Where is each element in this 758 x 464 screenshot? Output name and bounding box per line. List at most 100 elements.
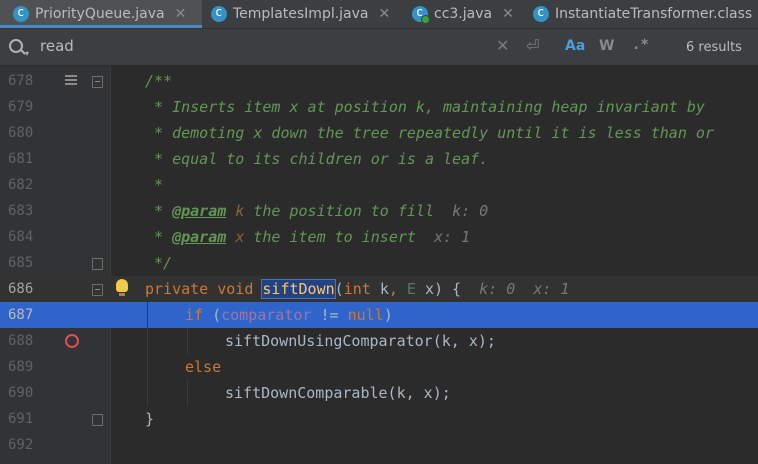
javadoc-tag: @param [172, 228, 227, 246]
java-class-icon [211, 5, 227, 22]
code-line[interactable]: 681 * equal to its children or is a leaf… [0, 146, 758, 172]
tab-cc3-java[interactable]: cc3.java ✕ [402, 0, 524, 28]
fold-marker-icon[interactable] [92, 76, 103, 88]
javadoc-tag: @param [172, 202, 227, 220]
tab-instantiatetransformer-class[interactable]: InstantiateTransformer.class [525, 0, 758, 28]
keyword: if [185, 306, 204, 324]
fold-marker-icon[interactable] [92, 284, 103, 296]
search-result-count: 6 results [686, 40, 742, 55]
javadoc-text: the item to insert [244, 228, 416, 246]
line-number: 682 [8, 177, 34, 193]
keyword: void [217, 280, 254, 298]
code-line[interactable]: 688 siftDownUsingComparator(k, x); [0, 328, 758, 354]
intention-bulb-icon[interactable] [116, 279, 128, 296]
keyword: private [145, 280, 209, 298]
line-number: 688 [8, 333, 34, 349]
code-text: /** [145, 72, 173, 90]
render-doc-icon[interactable] [65, 75, 77, 85]
tab-priorityqueue-java[interactable]: PriorityQueue.java ✕ [0, 0, 202, 28]
fold-end-marker-icon[interactable] [92, 414, 103, 426]
code-text: */ [145, 254, 173, 272]
line-number: 678 [8, 73, 34, 89]
code-line[interactable]: 680 * demoting x down the tree repeatedl… [0, 120, 758, 146]
tab-templatesimpl-java[interactable]: TemplatesImpl.java ✕ [203, 0, 401, 28]
line-number: 689 [8, 359, 34, 375]
new-line-icon[interactable]: ⏎ [526, 36, 539, 55]
search-match-highlight: siftDown [261, 279, 336, 299]
code-text: * demoting x down the tree repeatedly un… [145, 124, 714, 142]
parameter: k [379, 280, 389, 298]
line-number: 691 [8, 411, 34, 427]
java-class-icon [533, 5, 549, 22]
close-tab-icon[interactable]: ✕ [379, 6, 391, 22]
code-text: siftDownUsingComparator(k, x); [225, 332, 496, 350]
line-number: 690 [8, 385, 34, 401]
code-text: * [145, 176, 164, 194]
indent-guide [147, 302, 148, 406]
code-text: * Inserts item x at position k, maintain… [145, 98, 705, 116]
line-number: 680 [8, 125, 34, 141]
indent-guide [187, 380, 188, 406]
code-line[interactable]: 689 else [0, 354, 758, 380]
search-input[interactable]: read [40, 37, 74, 55]
code-line[interactable]: 692 [0, 432, 758, 458]
search-history-dropdown-icon[interactable]: ▾ [25, 49, 29, 58]
code-text: private void siftDown(int k, E x) { k: 0… [145, 279, 570, 299]
line-number: 681 [8, 151, 34, 167]
code-line[interactable]: 684 * @param x the item to insert x: 1 [0, 224, 758, 250]
code-line[interactable]: 682 * [0, 172, 758, 198]
regex-toggle[interactable]: .* [632, 37, 649, 53]
javadoc-param-name: k [235, 202, 245, 220]
line-number: 692 [8, 437, 34, 453]
fold-end-marker-icon[interactable] [92, 258, 103, 270]
code-text: * @param x the item to insert x: 1 [145, 228, 471, 246]
find-bar: ▾ read ✕ ⏎ Aa W .* 6 results [0, 29, 758, 66]
inlay-hint: k: 0 [479, 280, 516, 298]
line-number: 687 [8, 307, 34, 323]
indent-guide [187, 328, 188, 354]
javadoc-param-name: x [235, 228, 245, 246]
code-line[interactable]: 679 * Inserts item x at position k, main… [0, 94, 758, 120]
code-line[interactable]: 678 /** [0, 68, 758, 94]
close-tab-icon[interactable]: ✕ [502, 6, 514, 22]
keyword: int [343, 280, 371, 298]
inlay-hint: x: 1 [533, 280, 570, 298]
code-line[interactable]: 685 */ [0, 250, 758, 276]
code-text: * @param k the position to fill k: 0 [145, 202, 489, 220]
keyword: null [347, 306, 384, 324]
java-class-icon [13, 5, 29, 22]
code-line[interactable]: 690 siftDownComparable(k, x); [0, 380, 758, 406]
clear-search-icon[interactable]: ✕ [496, 36, 509, 55]
operator: != [320, 306, 339, 324]
parameter: x [424, 280, 434, 298]
code-editor[interactable]: 678 /** 679 * Inserts item x at position… [0, 66, 758, 464]
tab-label: cc3.java [434, 6, 493, 22]
close-tab-icon[interactable]: ✕ [175, 6, 187, 22]
editor-tab-bar: PriorityQueue.java ✕ TemplatesImpl.java … [0, 0, 758, 29]
line-number: 683 [8, 203, 34, 219]
code-line[interactable]: 683 * @param k the position to fill k: 0 [0, 198, 758, 224]
words-toggle[interactable]: W [599, 38, 614, 54]
field-reference: comparator [221, 306, 312, 324]
tab-label: PriorityQueue.java [35, 6, 165, 22]
code-line-execution-point[interactable]: 687 if (comparator != null) [0, 302, 758, 328]
tab-label: InstantiateTransformer.class [555, 6, 753, 22]
line-number: 684 [8, 229, 34, 245]
code-line[interactable]: 691 } [0, 406, 758, 432]
code-text: } [145, 410, 155, 428]
type-parameter: E [406, 280, 416, 298]
inlay-hint: x: 1 [434, 228, 471, 246]
match-case-toggle[interactable]: Aa [565, 38, 585, 54]
line-number: 686 [8, 281, 34, 297]
code-text: * equal to its children or is a leaf. [145, 150, 489, 168]
code-text: siftDownComparable(k, x); [225, 384, 451, 402]
code-text: else [185, 358, 222, 376]
search-icon[interactable] [9, 39, 23, 53]
java-runnable-class-icon [412, 5, 430, 24]
line-number: 685 [8, 255, 34, 271]
inlay-hint: k: 0 [452, 202, 489, 220]
tab-label: TemplatesImpl.java [233, 6, 369, 22]
code-line-current[interactable]: 686 private void siftDown(int k, E x) { … [0, 276, 758, 302]
line-number: 679 [8, 99, 34, 115]
breakpoint-icon[interactable] [65, 334, 79, 348]
